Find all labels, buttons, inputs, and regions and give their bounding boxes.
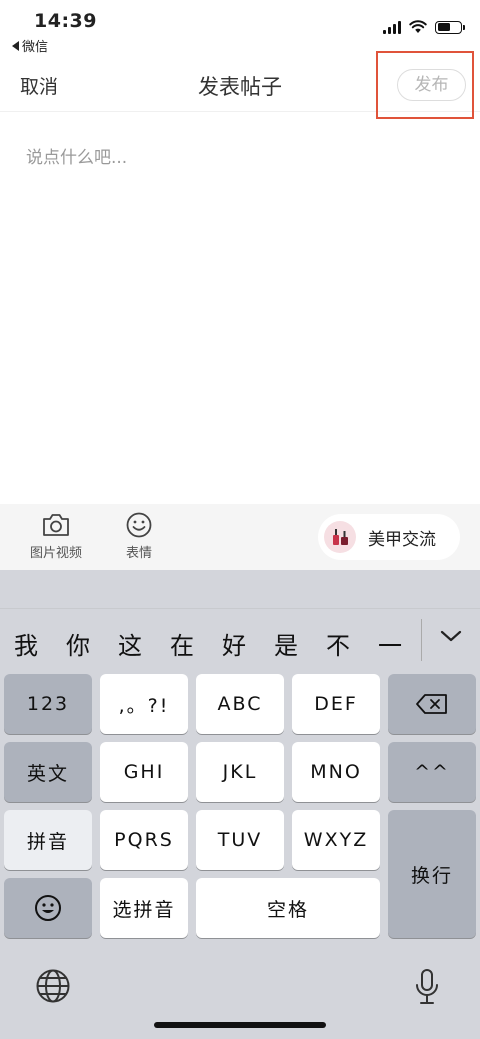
emoji-button[interactable]: 表情 <box>124 512 154 561</box>
key-wxyz[interactable]: WXYZ <box>292 810 380 870</box>
cellular-signal-icon <box>383 20 401 34</box>
keyboard: 我 你 这 在 好 是 不 一 123 ,。?! ABC DEF 英文 GHI … <box>0 570 480 1039</box>
emoji-key[interactable] <box>4 878 92 938</box>
key-pinyin[interactable]: 拼音 <box>4 810 92 870</box>
publish-button[interactable]: 发布 <box>397 69 466 101</box>
enter-key[interactable]: 换行 <box>388 810 476 938</box>
candidate-item[interactable]: 你 <box>66 626 90 661</box>
key-123[interactable]: 123 <box>4 674 92 734</box>
key-kaomoji[interactable]: ^^ <box>388 742 476 802</box>
globe-icon[interactable] <box>35 968 71 1004</box>
status-icons <box>383 20 465 34</box>
candidate-bar: 我 你 这 在 好 是 不 一 <box>0 608 480 668</box>
home-indicator <box>154 1022 326 1028</box>
candidate-item[interactable]: 在 <box>170 626 194 661</box>
candidate-item[interactable]: 一 <box>378 626 402 661</box>
delete-key[interactable] <box>388 674 476 734</box>
key-ghi[interactable]: GHI <box>100 742 188 802</box>
candidate-item[interactable]: 这 <box>118 626 142 661</box>
key-tuv[interactable]: TUV <box>196 810 284 870</box>
key-english[interactable]: 英文 <box>4 742 92 802</box>
photo-video-label: 图片视频 <box>30 546 83 561</box>
post-text-input[interactable]: 说点什么吧... <box>26 143 127 168</box>
smiley-icon <box>126 512 152 538</box>
key-pqrs[interactable]: PQRS <box>100 810 188 870</box>
status-bar: 14:39 微信 <box>0 0 480 56</box>
mic-icon[interactable] <box>414 968 440 1006</box>
candidate-item[interactable]: 是 <box>274 626 298 661</box>
candidate-item[interactable]: 我 <box>14 626 38 661</box>
candidate-item[interactable]: 好 <box>222 626 246 661</box>
key-def[interactable]: DEF <box>292 674 380 734</box>
key-jkl[interactable]: JKL <box>196 742 284 802</box>
photo-video-button[interactable]: 图片视频 <box>30 512 82 561</box>
emoji-icon <box>35 895 61 921</box>
topic-tag-chip[interactable]: 美甲交流 <box>318 514 460 560</box>
backspace-icon <box>416 694 447 714</box>
key-punctuation[interactable]: ,。?! <box>100 674 188 734</box>
back-to-app[interactable]: 微信 <box>12 36 48 55</box>
status-time: 14:39 <box>34 10 97 32</box>
space-key[interactable]: 空格 <box>196 878 380 938</box>
nail-polish-icon <box>324 521 356 553</box>
back-arrow-icon <box>12 40 19 51</box>
key-mno[interactable]: MNO <box>292 742 380 802</box>
key-abc[interactable]: ABC <box>196 674 284 734</box>
topic-tag-label: 美甲交流 <box>368 529 436 550</box>
camera-icon <box>43 514 69 536</box>
post-toolbar: 图片视频 表情 美甲交流 <box>0 504 480 570</box>
candidate-item[interactable]: 不 <box>326 626 350 661</box>
publish-highlight-box: 发布 <box>376 51 474 119</box>
nav-bar: 取消 发表帖子 发布 <box>0 51 480 119</box>
wifi-icon <box>409 20 427 33</box>
chevron-down-icon[interactable] <box>440 629 462 643</box>
battery-icon <box>435 20 465 34</box>
back-app-label: 微信 <box>22 40 49 55</box>
candidate-divider <box>421 619 422 661</box>
emoji-label: 表情 <box>125 546 152 561</box>
key-select-pinyin[interactable]: 选拼音 <box>100 878 188 938</box>
